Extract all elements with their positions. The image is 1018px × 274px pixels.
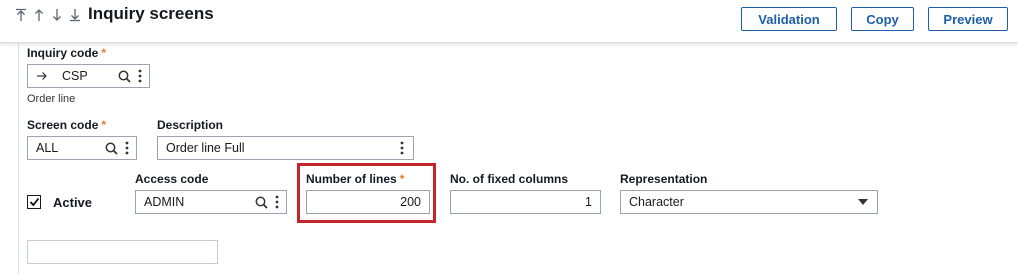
- number-of-lines-label: Number of lines *: [306, 172, 405, 186]
- page-title: Inquiry screens: [88, 4, 214, 23]
- fixed-columns-value: 1: [585, 195, 592, 209]
- preview-button[interactable]: Preview: [928, 7, 1008, 31]
- screen-code-value: ALL: [36, 141, 59, 155]
- active-label: Active: [53, 195, 93, 210]
- inquiry-code-description: Order line: [27, 93, 76, 105]
- inquiry-code-label: Inquiry code *: [27, 46, 107, 60]
- more-options-icon[interactable]: [133, 65, 147, 87]
- inquiry-code-field[interactable]: CSP: [27, 64, 150, 88]
- access-code-value: ADMIN: [144, 195, 185, 209]
- number-of-lines-value: 200: [400, 195, 421, 209]
- fixed-columns-label: No. of fixed columns: [450, 172, 569, 186]
- last-record-icon[interactable]: [67, 6, 83, 24]
- next-record-icon[interactable]: [49, 6, 65, 24]
- checkmark-icon: [29, 197, 39, 207]
- description-field[interactable]: Order line Full: [157, 136, 414, 160]
- page-header: Inquiry screens Validation Copy Preview: [0, 0, 1018, 43]
- search-icon[interactable]: [102, 137, 120, 159]
- inquiry-code-value: CSP: [62, 69, 88, 83]
- more-options-icon[interactable]: [395, 137, 409, 159]
- search-icon[interactable]: [115, 65, 133, 87]
- representation-value: Character: [629, 195, 684, 209]
- empty-field[interactable]: [27, 240, 218, 264]
- search-icon[interactable]: [252, 191, 270, 213]
- access-code-field[interactable]: ADMIN: [135, 190, 287, 214]
- screen-code-field[interactable]: ALL: [27, 136, 137, 160]
- previous-record-icon[interactable]: [31, 6, 47, 24]
- screen-code-label: Screen code *: [27, 118, 107, 132]
- validation-button[interactable]: Validation: [741, 7, 837, 31]
- copy-button[interactable]: Copy: [851, 7, 914, 31]
- arrow-right-icon[interactable]: [30, 65, 54, 87]
- access-code-label: Access code: [135, 172, 209, 186]
- representation-label: Representation: [620, 172, 708, 186]
- number-of-lines-field[interactable]: 200: [306, 190, 430, 214]
- record-navigation: [13, 6, 83, 24]
- description-label: Description: [157, 118, 224, 132]
- description-value: Order line Full: [166, 141, 245, 155]
- dropdown-arrow-icon[interactable]: [855, 191, 871, 213]
- first-record-icon[interactable]: [13, 6, 29, 24]
- more-options-icon[interactable]: [120, 137, 134, 159]
- fixed-columns-field[interactable]: 1: [450, 190, 601, 214]
- representation-select[interactable]: Character: [620, 190, 878, 214]
- active-checkbox[interactable]: [27, 195, 41, 209]
- more-options-icon[interactable]: [270, 191, 284, 213]
